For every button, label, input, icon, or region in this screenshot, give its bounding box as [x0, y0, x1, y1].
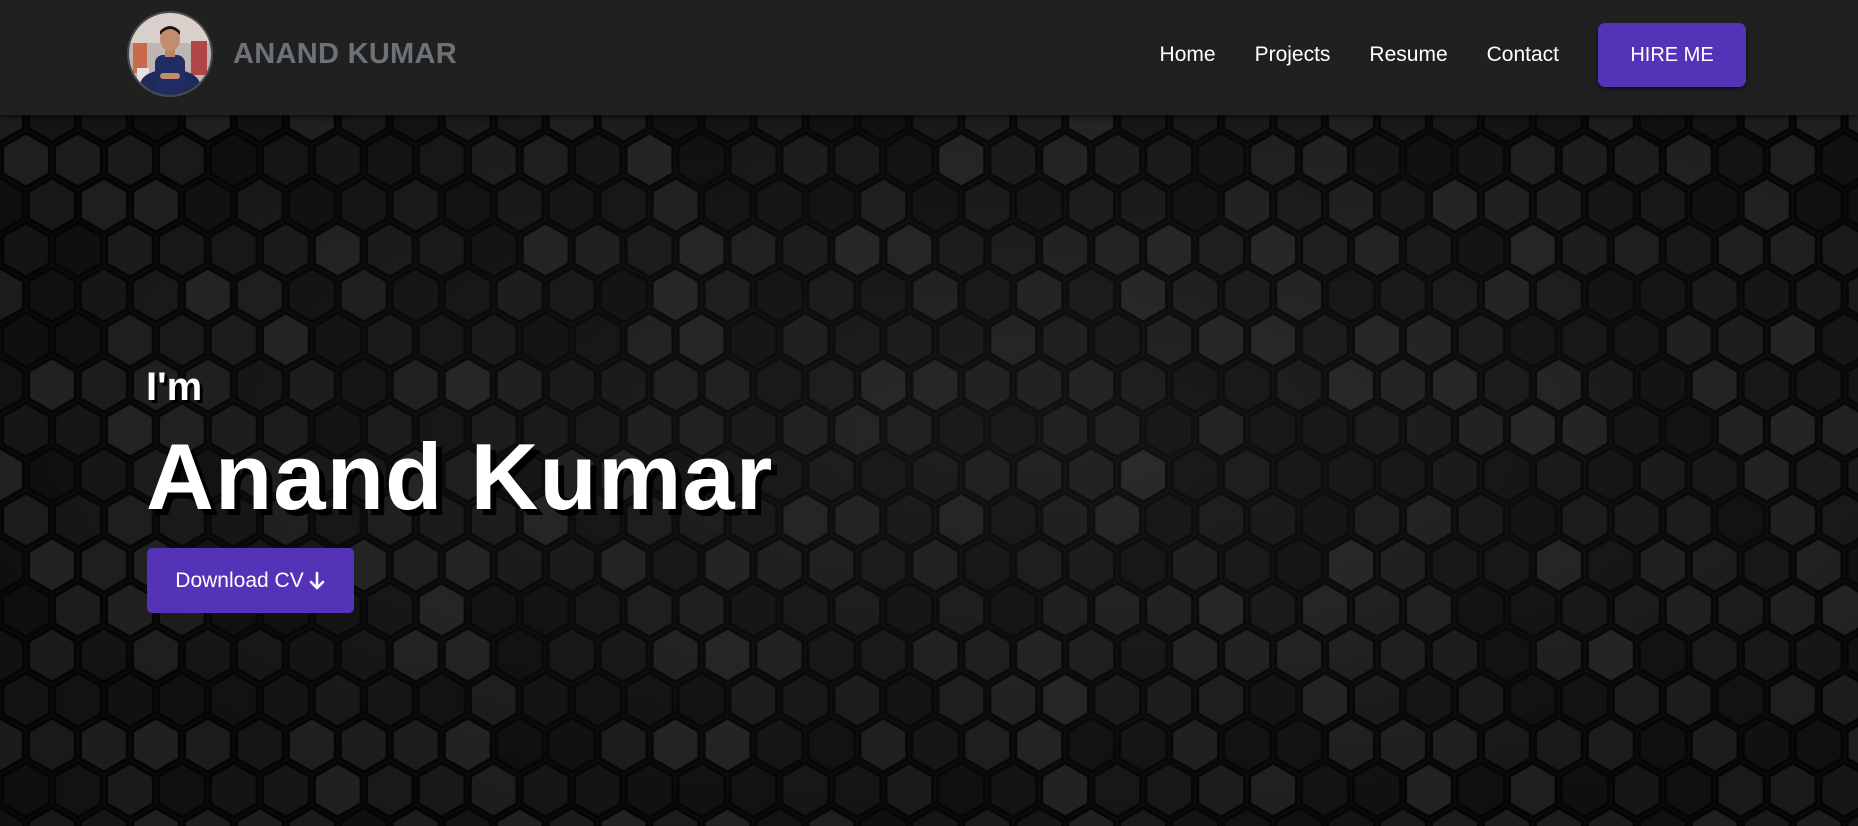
navbar: ANAND KUMAR Home Projects Resume Contact… [0, 0, 1858, 115]
download-cv-button[interactable]: Download CV [147, 548, 354, 613]
hire-me-button[interactable]: HIRE ME [1598, 23, 1746, 87]
main-nav: Home Projects Resume Contact HIRE ME [1160, 23, 1746, 87]
nav-link-resume[interactable]: Resume [1369, 43, 1447, 67]
download-cv-label: Download CV [175, 568, 304, 592]
brand-name: ANAND KUMAR [233, 37, 458, 70]
nav-link-projects[interactable]: Projects [1255, 43, 1331, 67]
brand-home-link[interactable]: ANAND KUMAR [127, 11, 457, 97]
arrow-down-icon [308, 571, 326, 591]
hero-greeting: I'm [146, 365, 203, 409]
avatar [127, 11, 213, 97]
nav-link-home[interactable]: Home [1160, 43, 1216, 67]
hero-name: Anand Kumar [146, 424, 774, 529]
hero-section: I'm Anand Kumar Download CV [0, 115, 1858, 826]
nav-link-contact[interactable]: Contact [1487, 43, 1559, 67]
